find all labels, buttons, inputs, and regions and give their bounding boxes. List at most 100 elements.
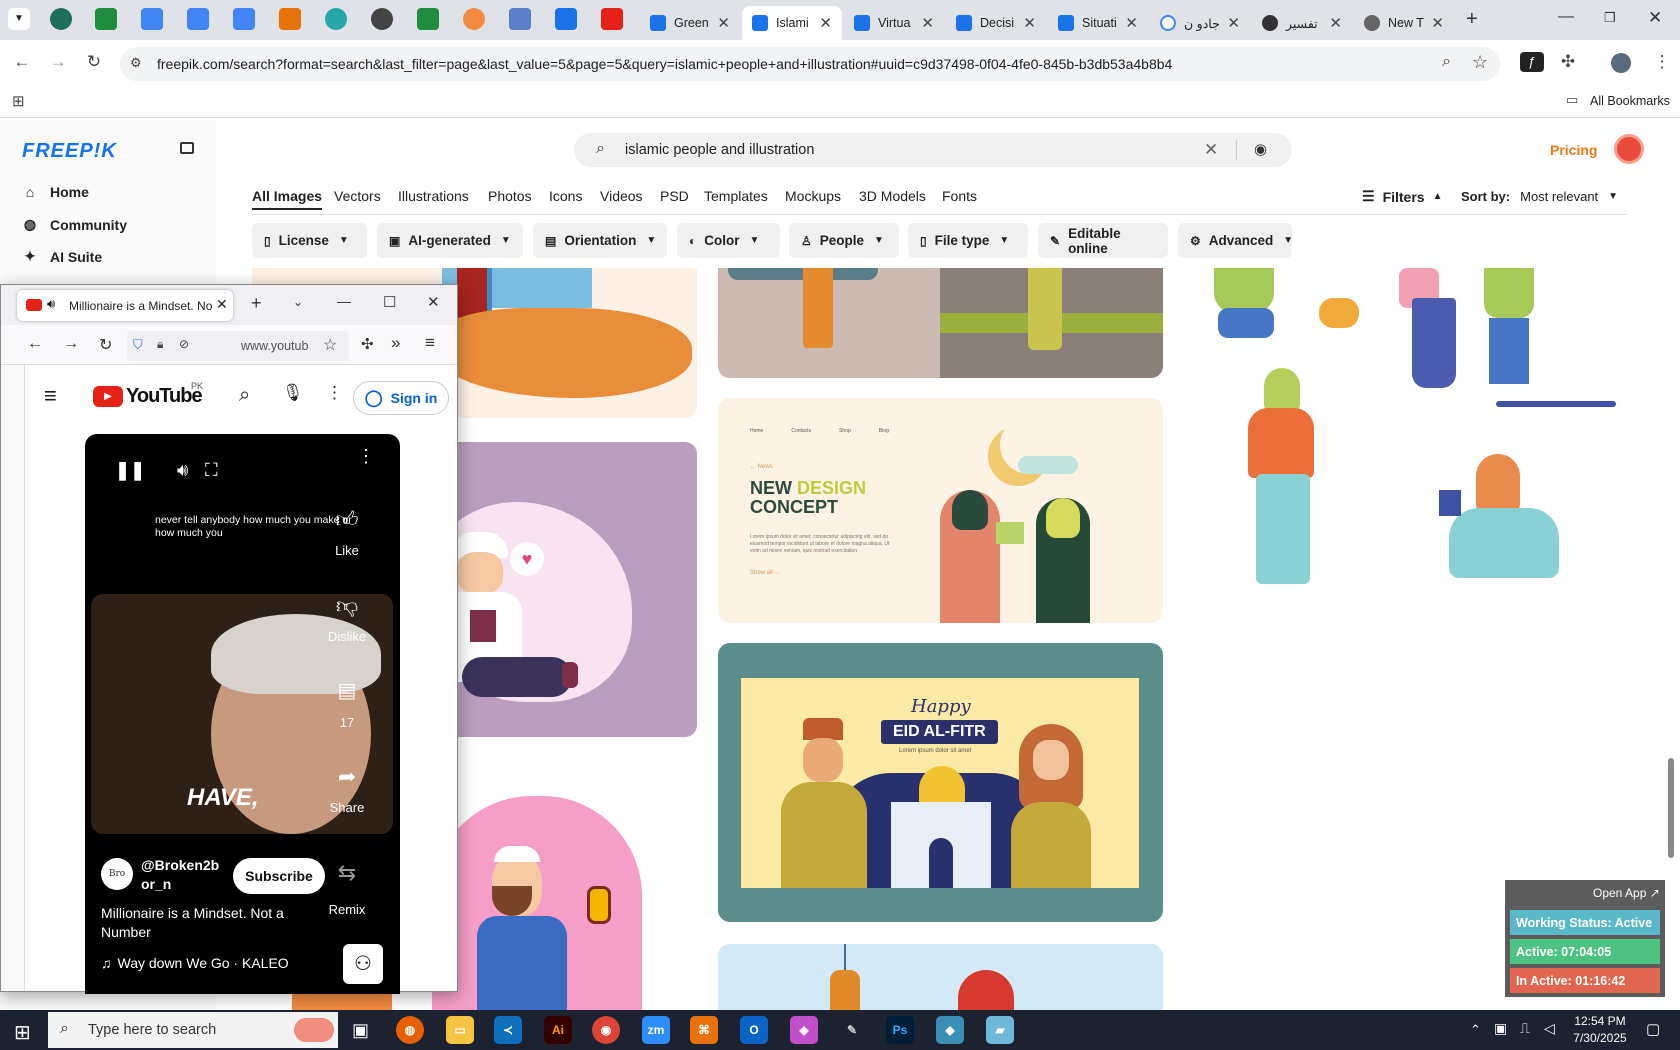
tab-videos[interactable]: Videos [600,188,643,204]
outlook-taskbar-icon[interactable]: O [740,1016,768,1044]
app-taskbar-icon[interactable]: ◆ [936,1016,964,1044]
tab-icons[interactable]: Icons [549,188,582,204]
youtube-logo[interactable]: ▶ YouTube [93,385,203,408]
browser-tab-active[interactable]: Islami ✕ [742,6,842,40]
pinned-tab-4[interactable] [187,8,209,30]
sidebar-item-community[interactable]: ◍ Community [22,216,127,233]
shorts-player[interactable]: ❚❚ 🔊︎ ⛶ ⋮ never tell anybody how much yo… [85,434,400,994]
tab-templates[interactable]: Templates [704,188,768,204]
url-text[interactable]: freepik.com/search?format=search&last_fi… [157,56,1172,72]
back-icon[interactable]: ← [27,335,43,353]
firefox-url-bar[interactable]: ⛉ 🔒︎ ⊘ www.youtub ☆ [127,331,349,361]
firefox-taskbar-icon[interactable]: ◍ [396,1016,424,1044]
tab-photos[interactable]: Photos [488,188,532,204]
pinned-tab-11[interactable] [509,8,531,30]
browser-tab-7[interactable]: تفسير ✕ [1252,6,1352,40]
tab-vectors[interactable]: Vectors [334,188,381,204]
close-icon[interactable]: ✕ [1431,14,1444,32]
channel-avatar[interactable]: Bro [101,858,133,890]
back-icon[interactable]: ← [10,52,34,72]
pinned-tab-youtube[interactable] [601,8,623,30]
volume-icon[interactable]: 🔊︎ [177,460,188,481]
tray-chevron-icon[interactable]: ⌃ [1470,1022,1481,1038]
apps-grid-icon[interactable]: ⊞ [12,92,25,110]
shield-icon[interactable]: ⛉ [133,337,143,353]
tab-list-icon[interactable]: ⌄ [293,295,303,309]
close-icon[interactable]: ✕ [921,14,934,32]
image-card-landing-page[interactable]: Home Contacts Shop Blog ← News NEW DESIG… [718,398,1163,623]
remix-button[interactable]: ⇆ Remix [317,860,377,917]
browser-tab-1[interactable]: Green ✕ [640,6,740,40]
filter-license[interactable]: ▯ License ▼ [252,223,367,258]
clear-search-icon[interactable]: ✕ [1204,140,1218,160]
extensions-icon[interactable]: ✣ [361,335,374,353]
close-icon[interactable]: ✕ [1329,14,1342,32]
chrome-taskbar-icon[interactable]: ◉ [592,1016,620,1044]
page-scrollbar[interactable] [1668,758,1674,858]
image-card-lantern-blue[interactable] [718,944,1163,1010]
microphone-icon[interactable]: 🎙︎ [282,383,304,403]
new-tab-icon[interactable]: + [251,293,262,314]
subscribe-button[interactable]: Subscribe [233,858,325,894]
filter-orientation[interactable]: ▤ Orientation ▼ [533,223,667,258]
illustrator-taskbar-icon[interactable]: Ai [544,1016,572,1044]
filter-people[interactable]: ♙ People ▼ [789,223,899,258]
search-icon[interactable]: ⌕ [239,384,250,407]
pinned-tab-2[interactable] [95,8,117,30]
minimize-button[interactable]: — [1558,8,1574,26]
reload-icon[interactable]: ↻ [82,52,106,72]
clock[interactable]: 12:54 PM 7/30/2025 [1568,1013,1632,1047]
image-card-street[interactable] [718,268,1163,378]
windows-start-icon[interactable]: ⊞ [14,1020,31,1045]
pinned-tab-3[interactable] [141,8,163,30]
close-icon[interactable]: ✕ [1125,14,1138,32]
browser-tab-8[interactable]: New T ✕ [1354,6,1454,40]
profile-avatar[interactable] [1611,53,1631,73]
more-options-icon[interactable]: ⋮ [357,446,375,467]
app-taskbar-icon[interactable]: ⌘ [690,1016,718,1044]
notification-icon[interactable]: ▢ [1646,1020,1660,1038]
reload-icon[interactable]: ↻ [99,335,112,355]
more-options-icon[interactable]: ⋮ [326,383,343,403]
camera-icon[interactable]: ◉ [1254,140,1267,158]
sign-in-button[interactable]: ◯ Sign in [353,381,449,415]
maximize-button[interactable]: ☐ [383,293,396,311]
tab-3d-models[interactable]: 3D Models [859,188,926,204]
tab-all-images[interactable]: All Images [252,188,323,210]
filter-ai-generated[interactable]: ▣ AI-generated ▼ [377,223,523,258]
sidebar-item-ai-suite[interactable]: ✦ AI Suite [22,248,102,265]
pinned-tab-7[interactable] [325,8,347,30]
close-window-button[interactable]: ✕ [1648,8,1662,28]
lock-icon[interactable]: 🔒︎ [157,337,163,352]
sort-control[interactable]: Sort by: Most relevant ▼ [1461,189,1618,204]
pen-tool-taskbar-icon[interactable]: ✎ [838,1016,866,1044]
star-icon[interactable]: ☆ [1472,52,1488,73]
photos-taskbar-icon[interactable]: ◈ [790,1016,818,1044]
tab-mockups[interactable]: Mockups [785,188,841,204]
user-avatar[interactable] [1614,134,1644,164]
open-app-link[interactable]: Open App ↗ [1593,886,1660,900]
close-icon[interactable]: ✕ [1023,14,1036,32]
sound-thumbnail[interactable]: ⚇ [343,944,383,984]
more-tools-icon[interactable]: » [391,333,400,353]
site-info-icon[interactable]: ⚙ [130,55,142,71]
file-explorer-taskbar-icon[interactable]: ▭ [446,1016,474,1044]
speaker-icon[interactable]: 🔊︎ [47,296,55,312]
pinned-tab-9[interactable] [417,8,439,30]
hamburger-menu-icon[interactable]: ≡ [425,333,435,353]
browser-tab-5[interactable]: Situati ✕ [1048,6,1148,40]
channel-name[interactable]: @Broken2bor_n [141,856,225,894]
pinned-tab-8[interactable] [371,8,393,30]
video-title[interactable]: Millionaire is a Mindset. Not a Number [101,904,301,942]
taskbar-search-input[interactable]: Type here to search [88,1022,216,1038]
menu-kebab-icon[interactable]: ⋮ [1650,52,1674,72]
firefox-tab[interactable]: 🔊︎ Millionaire is a Mindset. No ✕ [17,290,233,321]
minimize-button[interactable]: — [337,293,351,309]
search-input[interactable]: islamic people and illustration [625,142,814,158]
zoom-icon[interactable]: ⌕ [1442,53,1451,71]
close-icon[interactable]: ✕ [819,14,832,32]
pinned-tab-10[interactable] [463,8,485,30]
browser-tab-4[interactable]: Decisi ✕ [946,6,1046,40]
address-bar[interactable]: ⚙ freepik.com/search?format=search&last_… [120,47,1500,81]
tab-psd[interactable]: PSD [660,188,689,204]
